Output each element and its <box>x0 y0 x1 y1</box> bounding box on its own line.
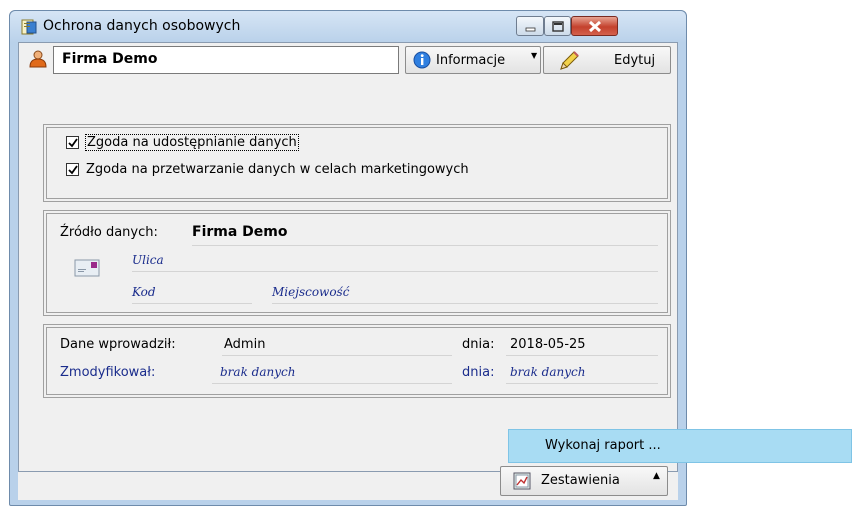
modified-date-label: dnia: <box>462 365 495 380</box>
street-underline <box>132 271 658 272</box>
edit-button[interactable]: Edytuj <box>543 46 671 74</box>
maximize-button[interactable] <box>544 16 571 36</box>
title-bar[interactable]: Ochrona danych osobowych <box>10 11 686 43</box>
person-icon <box>29 50 47 68</box>
entered-date-value: 2018-05-25 <box>510 337 586 352</box>
audit-group: Dane wprowadził: Admin dnia: 2018-05-25 … <box>43 324 671 398</box>
checkmark-icon <box>68 138 78 148</box>
reports-button-label: Zestawienia <box>541 473 620 488</box>
entered-by-underline <box>222 355 452 356</box>
source-value: Firma Demo <box>192 224 288 240</box>
minimize-icon <box>525 27 536 32</box>
window-title: Ochrona danych osobowych <box>43 18 241 34</box>
entity-name-field: Firma Demo <box>53 46 399 74</box>
checkmark-icon <box>68 165 78 175</box>
client-area: Firma Demo Informacje ▼ Edytuj Zgoda na … <box>18 42 678 472</box>
pencil-icon <box>560 51 579 70</box>
edit-button-label: Edytuj <box>614 53 656 68</box>
entered-date-underline <box>506 355 658 356</box>
envelope-icon <box>74 259 100 277</box>
source-underline <box>192 245 658 246</box>
modified-date-value: brak danych <box>510 365 586 379</box>
postcode-underline <box>132 303 252 304</box>
entered-date-label: dnia: <box>462 337 495 352</box>
run-report-label: Wykonaj raport ... <box>545 438 661 453</box>
entered-by-value: Admin <box>224 337 266 352</box>
dropdown-arrow-icon: ▼ <box>531 51 538 60</box>
dropup-arrow-icon: ▲ <box>653 471 660 481</box>
minimize-button[interactable] <box>516 16 544 36</box>
close-icon <box>588 20 602 33</box>
consent-share-row[interactable]: Zgoda na udostępnianie danych <box>66 134 366 153</box>
modified-by-underline <box>212 383 452 384</box>
postcode-field[interactable]: Kod <box>132 285 156 299</box>
info-button-label: Informacje <box>436 53 506 68</box>
chart-report-icon <box>513 472 531 490</box>
modified-by-label: Zmodyfikował: <box>60 365 156 380</box>
reports-button[interactable]: Zestawienia ▲ <box>500 466 668 496</box>
consent-marketing-label: Zgoda na przetwarzanie danych w celach m… <box>86 162 469 177</box>
app-document-icon <box>21 19 37 35</box>
city-underline <box>272 303 658 304</box>
info-icon <box>413 51 431 69</box>
street-field[interactable]: Ulica <box>132 253 164 267</box>
city-field[interactable]: Miejscowość <box>272 285 349 299</box>
consent-marketing-row[interactable]: Zgoda na przetwarzanie danych w celach m… <box>66 162 586 180</box>
consent-share-checkbox[interactable] <box>66 136 79 149</box>
source-label: Źródło danych: <box>60 225 158 240</box>
modified-date-underline <box>506 383 658 384</box>
close-button[interactable] <box>571 16 618 36</box>
info-button[interactable]: Informacje ▼ <box>405 46 541 74</box>
maximize-icon <box>552 21 564 32</box>
data-source-group: Źródło danych: Firma Demo Ulica Kod Miej… <box>43 210 671 316</box>
entered-by-label: Dane wprowadził: <box>60 337 176 352</box>
modified-by-value: brak danych <box>220 365 296 379</box>
consent-share-label: Zgoda na udostępnianie danych <box>85 134 299 151</box>
run-report-menu-item[interactable]: Wykonaj raport ... <box>508 429 852 463</box>
consent-marketing-checkbox[interactable] <box>66 163 79 176</box>
consents-group: Zgoda na udostępnianie danych Zgoda na p… <box>43 124 671 202</box>
